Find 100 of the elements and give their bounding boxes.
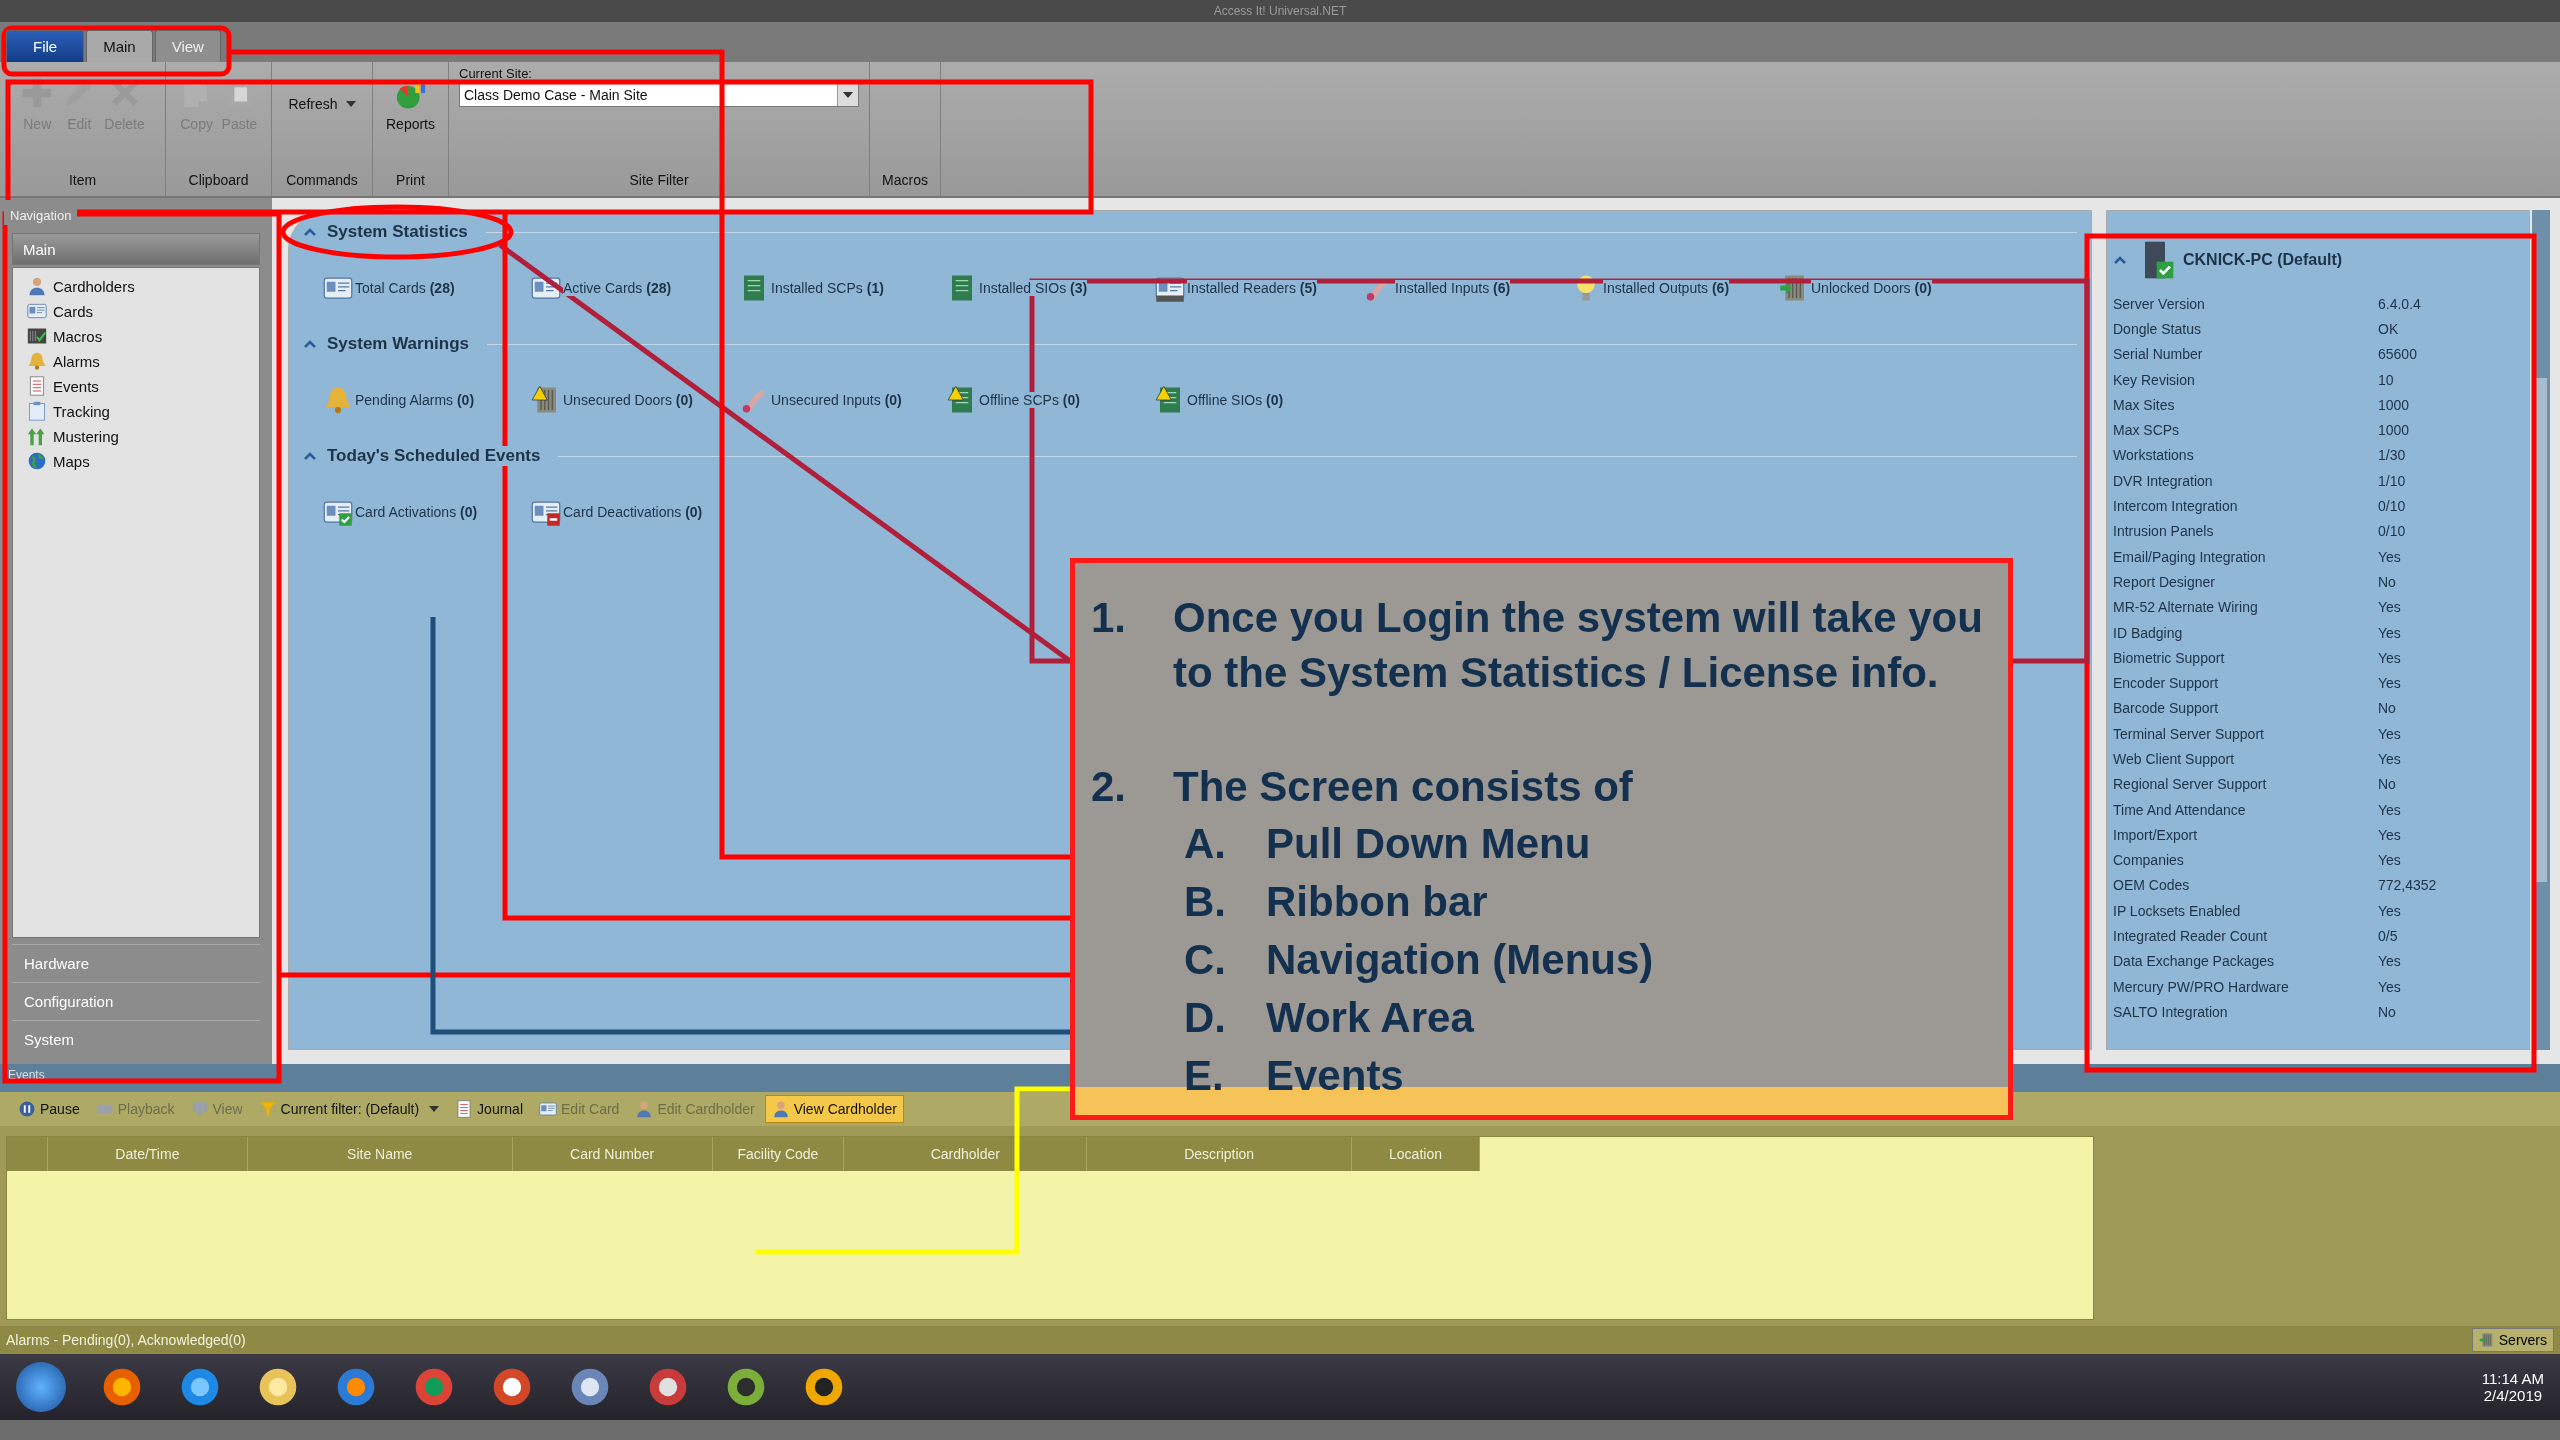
- start-button[interactable]: [16, 1362, 66, 1412]
- column-header[interactable]: Facility Code: [712, 1137, 845, 1171]
- site-dropdown[interactable]: Class Demo Case - Main Site: [459, 83, 859, 107]
- status-text: Alarms - Pending(0), Acknowledged(0): [6, 1332, 246, 1348]
- ribbon-tab[interactable]: Main: [86, 30, 153, 62]
- nav-section-button[interactable]: System: [12, 1020, 260, 1058]
- nav-item[interactable]: Cards: [27, 301, 259, 321]
- stat-link[interactable]: Total Cards (28): [355, 280, 455, 296]
- stat-link[interactable]: Unlocked Doors (0): [1811, 280, 1932, 296]
- column-header[interactable]: Location: [1352, 1137, 1480, 1171]
- license-value: 6.4.0.4: [2378, 295, 2421, 312]
- collapse-caret-icon[interactable]: [303, 339, 317, 349]
- callout-text: Navigation (Menus): [1266, 934, 1654, 985]
- clock-time[interactable]: 11:14 AM: [2481, 1370, 2544, 1387]
- stat-link[interactable]: Unsecured Doors (0): [563, 392, 693, 408]
- section-title: System Statistics: [327, 222, 468, 242]
- stat-link[interactable]: Active Cards (28): [563, 280, 672, 296]
- person-icon: [635, 1100, 654, 1118]
- door-icon: [2478, 1332, 2495, 1348]
- callout-text: The Screen consists of: [1173, 762, 1633, 813]
- column-header[interactable]: Site Name: [247, 1137, 513, 1171]
- license-value: 65600: [2378, 346, 2417, 363]
- nav-item[interactable]: Cardholders: [27, 276, 259, 296]
- nav-item[interactable]: Macros: [27, 326, 259, 346]
- nav-item[interactable]: Alarms: [27, 351, 259, 371]
- license-value: Yes: [2378, 826, 2401, 843]
- stat-link[interactable]: Card Deactivations (0): [563, 504, 703, 520]
- stat-link[interactable]: Installed Readers (5): [1187, 280, 1317, 296]
- toolbar-button[interactable]: Current filter: (Default): [252, 1095, 446, 1123]
- collapse-caret-icon[interactable]: [303, 451, 317, 461]
- license-label: Data Exchange Packages: [2113, 953, 2276, 970]
- stat-link[interactable]: Installed SCPs (1): [771, 280, 884, 296]
- pane-title: Navigation: [4, 200, 78, 225]
- license-label: Mercury PW/PRO Hardware: [2113, 978, 2290, 995]
- license-value: Yes: [2378, 902, 2401, 919]
- column-header[interactable]: Description: [1087, 1137, 1353, 1171]
- license-label: Workstations: [2113, 447, 2195, 464]
- column-header[interactable]: Date/Time: [47, 1137, 248, 1171]
- license-value: Yes: [2378, 725, 2401, 742]
- license-label: Max Sites: [2113, 396, 2176, 413]
- license-value: Yes: [2378, 599, 2401, 616]
- stat-link[interactable]: Offline SIOs (0): [1187, 392, 1284, 408]
- license-label: Email/Paging Integration: [2113, 548, 2267, 565]
- callout-text: Once you Login the system will take you to the System Statistics / License info.: [1173, 593, 1984, 698]
- stat-link[interactable]: Installed Outputs (6): [1603, 280, 1730, 296]
- license-label: OEM Codes: [2113, 877, 2191, 894]
- collapse-caret-icon[interactable]: [2113, 255, 2127, 265]
- list-icon: [27, 376, 47, 396]
- license-label: SALTO Integration: [2113, 1003, 2229, 1020]
- column-header[interactable]: Cardholder: [844, 1137, 1088, 1171]
- servers-button[interactable]: Servers: [2471, 1328, 2554, 1352]
- nav-item[interactable]: Tracking: [27, 401, 259, 421]
- nav-item[interactable]: Mustering: [27, 426, 259, 446]
- stat-link[interactable]: Installed SIOs (3): [979, 280, 1088, 296]
- nav-section-header[interactable]: Main: [12, 233, 260, 265]
- list-letter: D.: [1184, 992, 1227, 1043]
- clock-date[interactable]: 2/4/2019: [2483, 1387, 2543, 1404]
- callout-text: Ribbon bar: [1266, 876, 1488, 927]
- license-label: Time And Attendance: [2113, 801, 2247, 818]
- list-letter: A.: [1184, 818, 1227, 869]
- license-label: Max SCPs: [2113, 422, 2181, 439]
- nav-section-button[interactable]: Hardware: [12, 944, 260, 982]
- toolbar-button[interactable]: Pause: [12, 1095, 86, 1123]
- toolbar-button[interactable]: View Cardholder: [764, 1095, 904, 1123]
- globe-icon: [27, 451, 47, 471]
- section-title: Today's Scheduled Events: [327, 446, 541, 466]
- collapse-caret-icon[interactable]: [303, 227, 317, 237]
- ribbon-group-label: Commands: [285, 172, 359, 190]
- person-icon: [771, 1100, 790, 1118]
- stat-link[interactable]: Card Activations (0): [355, 504, 478, 520]
- list-letter: C.: [1184, 934, 1227, 985]
- license-label: Barcode Support: [2113, 700, 2220, 717]
- bell-icon: [323, 385, 353, 415]
- ribbon-button[interactable]: Refresh: [286, 66, 358, 112]
- nav-item[interactable]: Events: [27, 376, 259, 396]
- stat-link[interactable]: Unsecured Inputs (0): [771, 392, 902, 408]
- person-icon: [27, 276, 47, 296]
- journal-icon: [455, 1100, 474, 1118]
- license-value: Yes: [2378, 675, 2401, 692]
- license-value: Yes: [2378, 852, 2401, 869]
- license-label: Companies: [2113, 852, 2185, 869]
- license-label: ID Badging: [2113, 624, 2184, 641]
- file-menu-button[interactable]: File: [6, 30, 85, 62]
- bell-icon: [27, 351, 47, 371]
- license-value: 1/30: [2378, 447, 2406, 464]
- license-value: 1000: [2378, 422, 2410, 439]
- column-header[interactable]: Card Number: [512, 1137, 713, 1171]
- ribbon-button[interactable]: Reports: [384, 66, 437, 132]
- stat-link[interactable]: Installed Inputs (6): [1395, 280, 1511, 296]
- license-label: Serial Number: [2113, 346, 2204, 363]
- field-label: Current Site:: [459, 66, 533, 81]
- toolbar-button[interactable]: Journal: [449, 1095, 529, 1123]
- license-label: Intercom Integration: [2113, 498, 2239, 514]
- stat-link[interactable]: Offline SCPs (0): [979, 392, 1080, 408]
- nav-item[interactable]: Maps: [27, 451, 259, 471]
- callout-text: Work Area: [1266, 992, 1474, 1043]
- ribbon-group-label: Clipboard: [187, 172, 250, 190]
- license-label: IP Locksets Enabled: [2113, 902, 2242, 919]
- stat-link[interactable]: Pending Alarms (0): [355, 392, 475, 408]
- nav-section-button[interactable]: Configuration: [12, 982, 260, 1020]
